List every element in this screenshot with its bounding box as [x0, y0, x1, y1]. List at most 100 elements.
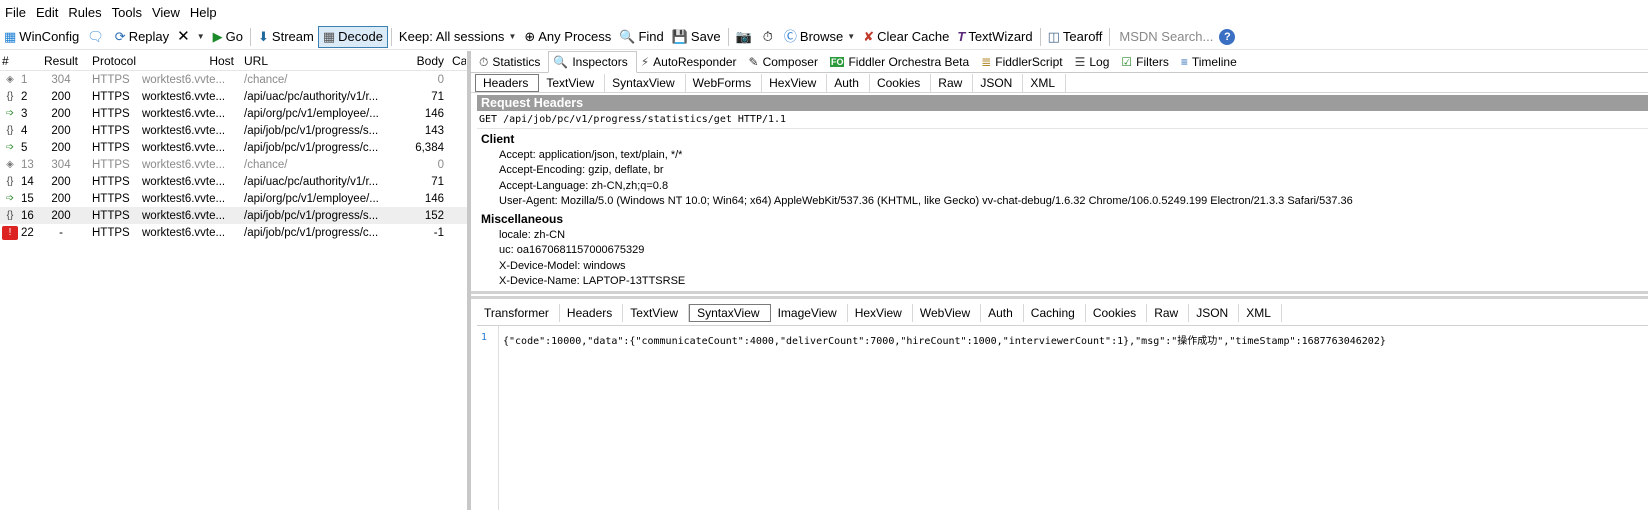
session-row[interactable]: {} 2 200 HTTPS worktest6.vvte... /api/uac/pc/… — [0, 88, 467, 105]
response-syntax-view[interactable]: 1 {"code":10000,"data":{"communicateCoun… — [477, 325, 1648, 510]
response-tab-headers[interactable]: Headers — [560, 304, 624, 322]
tab-composer[interactable]: ✎ Composer — [745, 52, 826, 72]
session-row[interactable]: {} 14 200 HTTPS worktest6.vvte... /api/uac/pc… — [0, 173, 467, 190]
request-tab-json[interactable]: JSON — [973, 73, 1024, 92]
session-row[interactable]: ◈ 13 304 HTTPS worktest6.vvte... /chance/0 — [0, 156, 467, 173]
request-tab-headers[interactable]: Headers — [475, 73, 540, 92]
go-button[interactable]: ▶ Go — [209, 26, 247, 48]
menu-tools[interactable]: Tools — [111, 5, 149, 20]
response-tab-xml[interactable]: XML — [1239, 304, 1282, 322]
session-row[interactable]: {} 16 200 HTTPS worktest6.vvte... /api/job/pc… — [0, 207, 467, 224]
header-line[interactable]: X-Device-Name: LAPTOP-13TTSRSE — [477, 274, 1648, 290]
tab-fiddler-orchestra-beta[interactable]: FO Fiddler Orchestra Beta — [826, 52, 977, 72]
decode-button[interactable]: ▦ Decode — [317, 25, 388, 48]
response-tab-transformer[interactable]: Transformer — [477, 304, 560, 322]
header-line[interactable]: X-Device-Model: windows — [477, 258, 1648, 274]
textwizard-button[interactable]: T TextWizard — [953, 26, 1036, 48]
comment-button[interactable]: 🗨 — [83, 26, 111, 48]
response-tab-caching[interactable]: Caching — [1024, 304, 1086, 322]
remove-button[interactable]: ✕ ▼ — [173, 26, 209, 48]
tab-label: Composer — [762, 55, 818, 69]
tab-inspectors[interactable]: 🔍 Inspectors — [548, 51, 637, 73]
json-icon: {} — [6, 91, 14, 102]
column-header-result[interactable]: Result — [38, 54, 84, 68]
request-tab-cookies[interactable]: Cookies — [870, 73, 932, 92]
session-row[interactable]: {} 4 200 HTTPS worktest6.vvte... /api/job/pc/… — [0, 122, 467, 139]
response-tab-textview[interactable]: TextView — [623, 304, 690, 322]
column-header-url[interactable]: URL — [240, 54, 398, 68]
session-url: /api/uac/pc/authority/v1/r... — [244, 90, 379, 103]
column-header-caching[interactable]: Ca — [450, 54, 466, 68]
header-line[interactable]: Accept-Encoding: gzip, deflate, br — [477, 163, 1648, 179]
session-url: /api/job/pc/v1/progress/c... — [244, 141, 379, 154]
menu-file[interactable]: File — [4, 5, 33, 20]
response-tab-cookies[interactable]: Cookies — [1086, 304, 1148, 322]
tab-log[interactable]: ☰ Log — [1071, 52, 1118, 72]
session-row[interactable]: ➩ 3 200 HTTPS worktest6.vvte.../api/org/pc/v… — [0, 105, 467, 122]
session-row[interactable]: ◈ 1 304 HTTPS worktest6.vvte.../chance/0 — [0, 71, 467, 88]
header-line[interactable]: Accept-Language: zh-CN,zh;q=0.8 — [477, 178, 1648, 194]
header-line[interactable]: User-Agent: Mozilla/5.0 (Windows NT 10.0… — [477, 194, 1648, 210]
response-tab-json[interactable]: JSON — [1189, 304, 1240, 322]
keep-sessions-dropdown[interactable]: Keep: All sessions ▼ — [395, 26, 520, 48]
msdn-search-input[interactable]: MSDN Search... — [1113, 29, 1219, 44]
find-button[interactable]: 🔍 Find — [615, 26, 667, 48]
session-host: worktest6.vvte... — [142, 73, 226, 86]
session-row[interactable]: ! 22 - HTTPS worktest6.vvte... /api/job/pc/v1… — [0, 224, 467, 241]
browse-button[interactable]: Ⓒ Browse ▼ — [780, 26, 859, 48]
horizontal-splitter[interactable] — [471, 291, 1648, 294]
session-protocol: HTTPS — [92, 107, 130, 120]
request-tab-webforms[interactable]: WebForms — [686, 73, 763, 92]
column-header-body[interactable]: Body — [398, 54, 450, 68]
column-header-number[interactable]: # — [0, 54, 38, 68]
header-group-miscellaneous[interactable]: Miscellaneous — [477, 211, 1648, 227]
response-tab-raw[interactable]: Raw — [1147, 304, 1190, 322]
tab-fiddlerscript[interactable]: ≣ FiddlerScript — [977, 52, 1070, 72]
response-tab-auth[interactable]: Auth — [981, 304, 1024, 322]
header-line[interactable]: uc: oa1670681157000675329 — [477, 243, 1648, 259]
request-tab-hexview[interactable]: HexView — [762, 73, 828, 92]
request-tab-xml[interactable]: XML — [1023, 73, 1067, 92]
menu-rules[interactable]: Rules — [67, 5, 108, 20]
screenshot-button[interactable]: 📷 — [732, 26, 759, 48]
tab-filters[interactable]: ☑ Filters — [1117, 52, 1176, 72]
winconfig-button[interactable]: ▦ WinConfig — [0, 26, 83, 48]
session-row[interactable]: ➩ 5 200 HTTPS worktest6.vvte.../api/job/pc/v… — [0, 139, 467, 156]
column-header-host[interactable]: Host — [140, 54, 240, 68]
header-group-client[interactable]: Client — [477, 131, 1648, 147]
request-tab-auth[interactable]: Auth — [827, 73, 870, 92]
session-row[interactable]: ➩ 15 200 HTTPS worktest6.vvte... /api/org/pc/… — [0, 190, 467, 207]
replay-button[interactable]: ⟳ Replay — [111, 26, 173, 48]
tearoff-button[interactable]: ◫ Tearoff — [1044, 26, 1107, 48]
toolbar-separator — [727, 27, 729, 46]
clear-cache-button[interactable]: ✘ Clear Cache — [859, 26, 953, 48]
menu-help[interactable]: Help — [189, 5, 224, 20]
timer-button[interactable]: ⏱ — [759, 26, 780, 48]
help-icon[interactable]: ? — [1219, 28, 1236, 45]
stream-button[interactable]: ⬇ Stream — [254, 26, 318, 48]
response-tab-syntaxview[interactable]: SyntaxView — [689, 304, 771, 322]
tab-timeline[interactable]: ≡ Timeline — [1177, 52, 1245, 72]
session-number: {} 14 — [0, 175, 38, 189]
response-body-text[interactable]: {"code":10000,"data":{"communicateCount"… — [503, 332, 1386, 347]
request-tab-raw[interactable]: Raw — [931, 73, 974, 92]
request-tab-syntaxview[interactable]: SyntaxView — [605, 73, 686, 92]
request-tab-textview[interactable]: TextView — [539, 73, 606, 92]
header-line[interactable]: locale: zh-CN — [477, 227, 1648, 243]
main-toolbar: ▦ WinConfig 🗨 ⟳ Replay ✕ ▼ ▶ Go ⬇ Stream… — [0, 24, 1648, 50]
session-number: ➩ 3 — [0, 107, 38, 121]
response-tab-hexview[interactable]: HexView — [848, 304, 913, 322]
response-tab-imageview[interactable]: ImageView — [771, 304, 848, 322]
tab-statistics[interactable]: ⏱ Statistics — [475, 52, 548, 72]
session-host: worktest6.vvte... — [142, 175, 226, 188]
menu-view[interactable]: View — [151, 5, 187, 20]
session-host: worktest6.vvte... — [142, 107, 226, 120]
tab-autoresponder[interactable]: ⚡ AutoResponder — [637, 52, 745, 72]
menu-edit[interactable]: Edit — [35, 5, 65, 20]
header-line[interactable]: Accept: application/json, text/plain, */… — [477, 147, 1648, 163]
column-header-protocol[interactable]: Protocol — [84, 54, 140, 68]
horizontal-splitter[interactable] — [471, 296, 1648, 299]
response-tab-webview[interactable]: WebView — [913, 304, 982, 322]
save-button[interactable]: 💾 Save — [668, 26, 725, 48]
any-process-button[interactable]: ⊕ Any Process — [520, 26, 615, 48]
